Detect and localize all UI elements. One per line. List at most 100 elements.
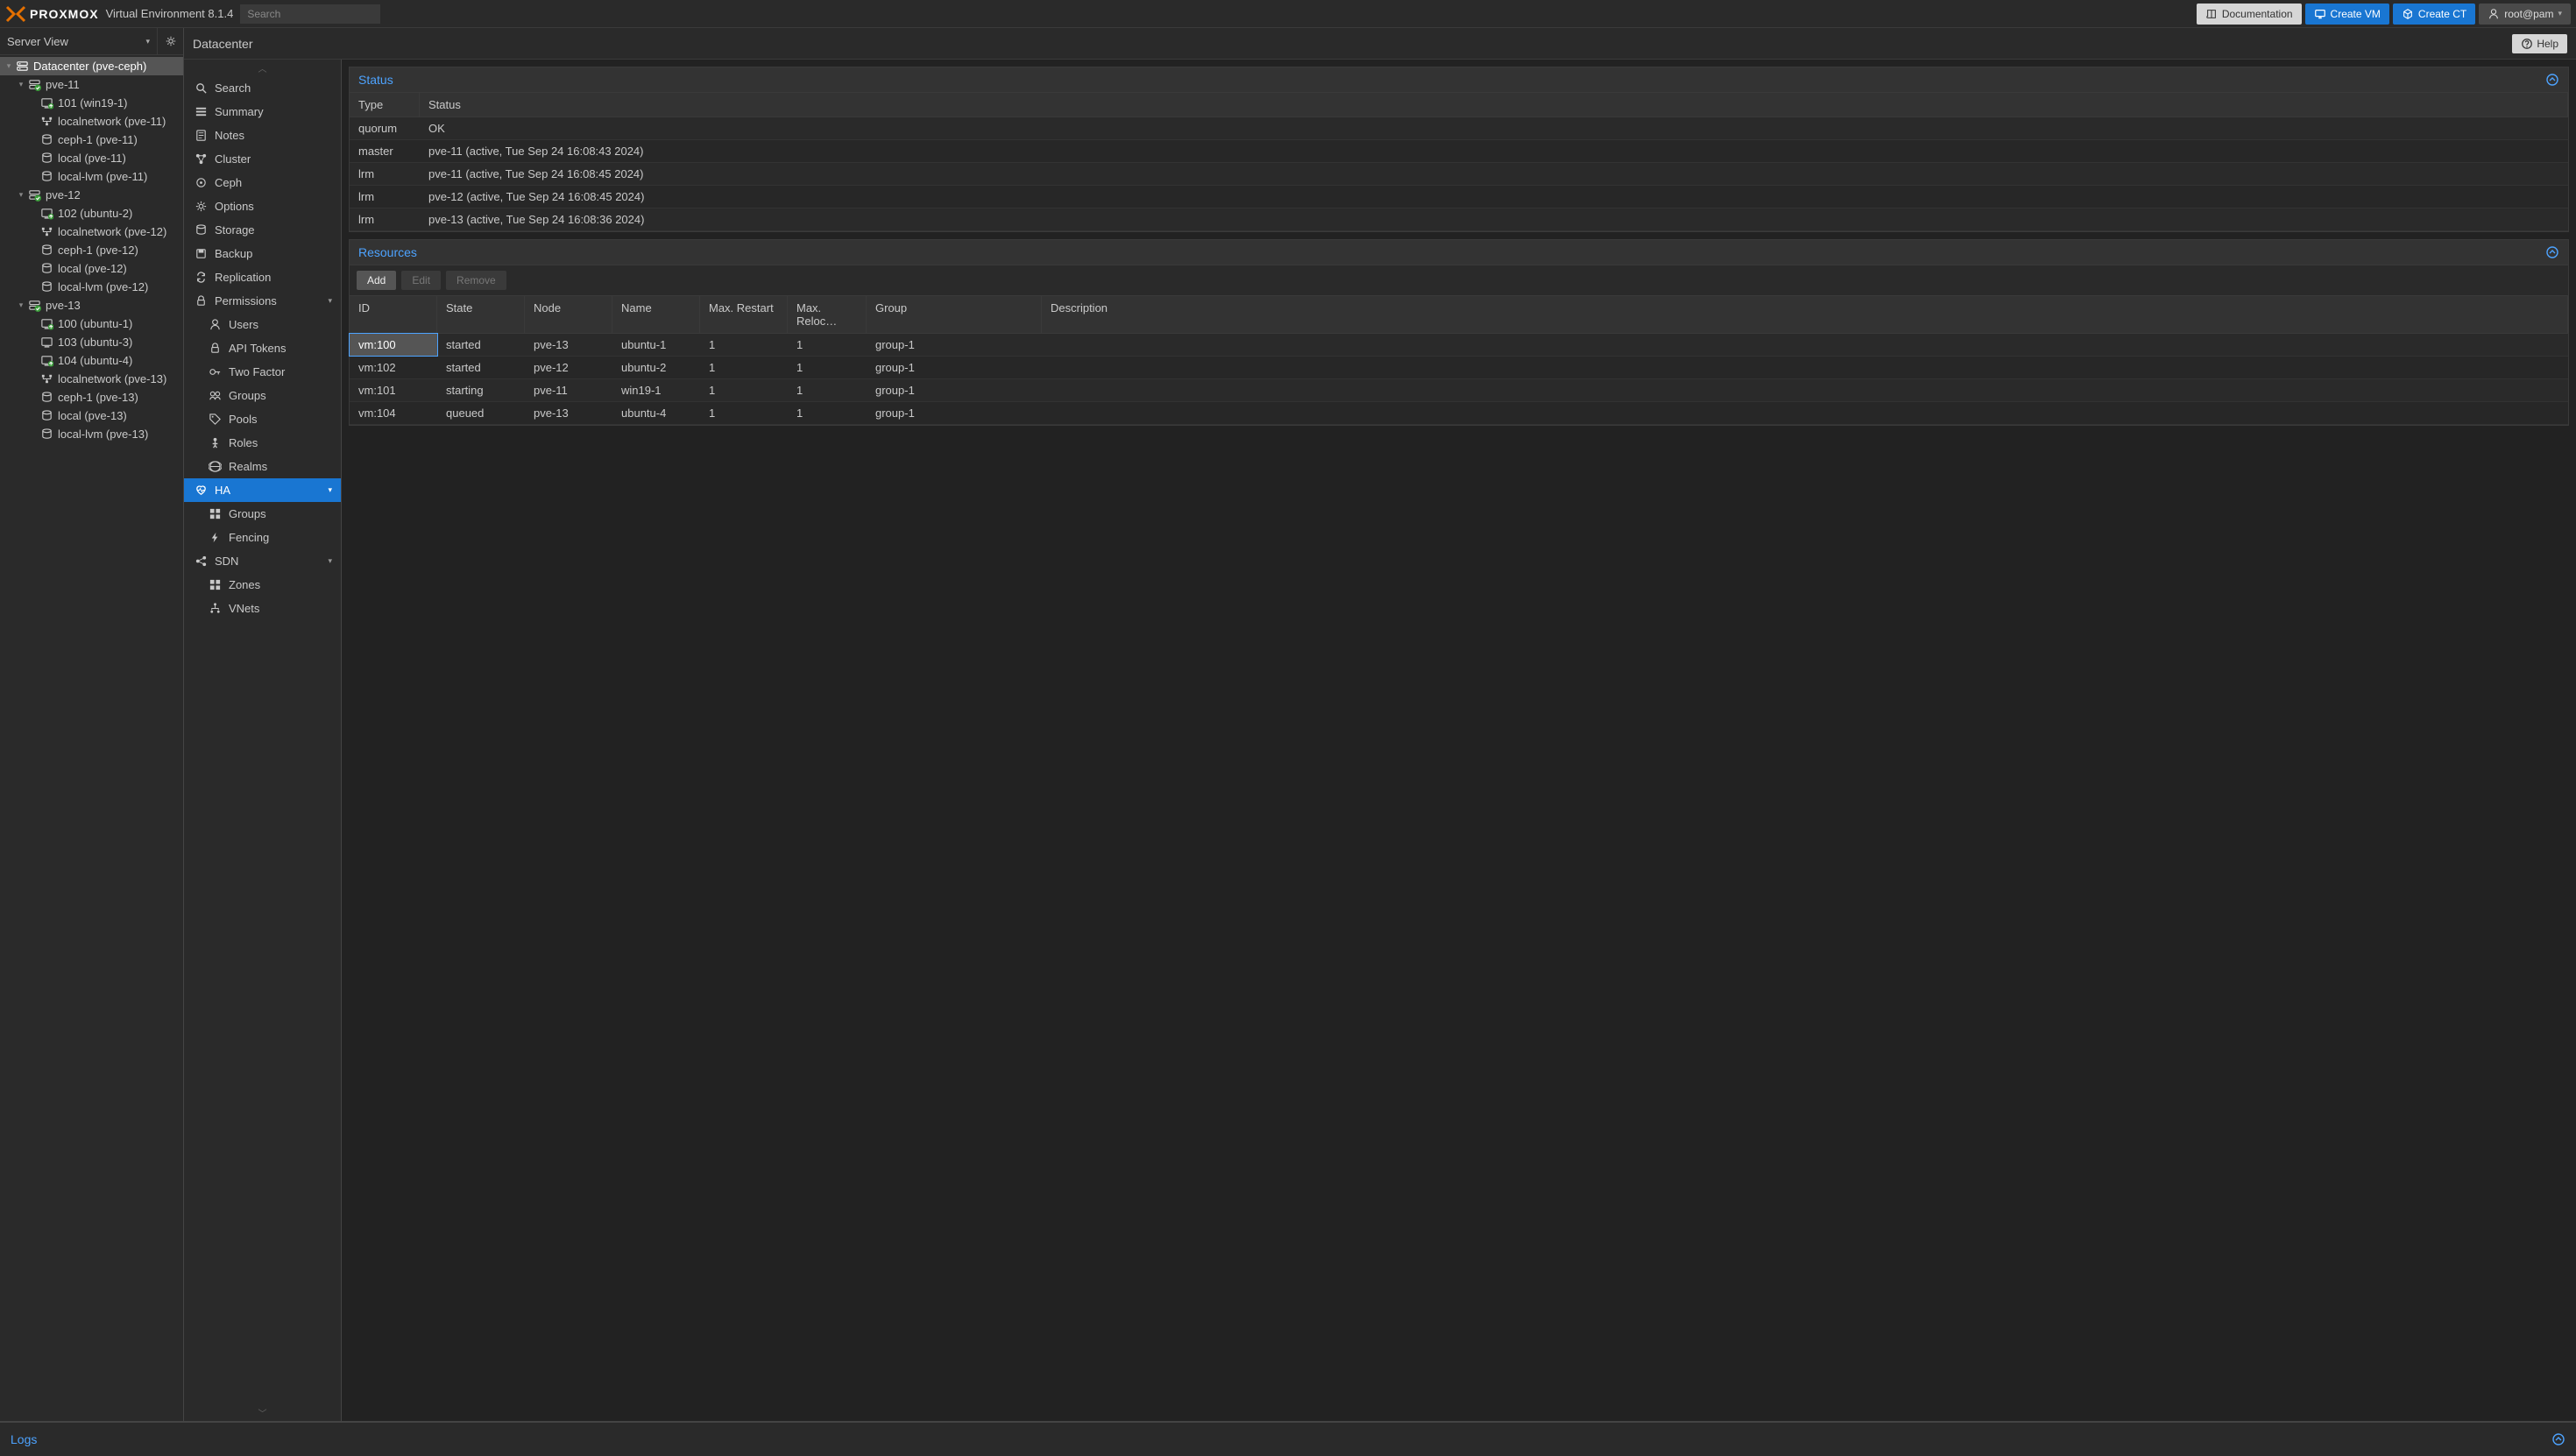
tree-label: local (pve-13) [58,409,127,422]
resource-row[interactable]: vm:102 started pve-12 ubuntu-2 1 1 group… [350,357,2568,379]
documentation-button[interactable]: Documentation [2197,4,2302,25]
tree-item[interactable]: localnetwork (pve-12) [0,223,183,241]
nav-vnets[interactable]: VNets [184,597,341,620]
nav-label: Summary [215,105,264,118]
chevron-down-icon: ▾ [328,485,332,495]
tree-node-pve-12[interactable]: ▾ pve-12 [0,186,183,204]
nav-search[interactable]: Search [184,76,341,100]
status-header-type[interactable]: Type [350,93,420,117]
nav-zones[interactable]: Zones [184,573,341,597]
tree-item[interactable]: local (pve-13) [0,406,183,425]
tree-item[interactable]: 102 (ubuntu-2) [0,204,183,223]
status-collapse-button[interactable] [2545,73,2559,87]
res-max-restart: 1 [700,334,788,356]
nav-label: Groups [229,507,266,520]
tree-item[interactable]: 100 (ubuntu-1) [0,315,183,333]
tree-datacenter[interactable]: ▾ Datacenter (pve-ceph) [0,57,183,75]
res-header-group[interactable]: Group [867,296,1042,333]
resources-collapse-button[interactable] [2545,245,2559,259]
tree-item[interactable]: local-lvm (pve-11) [0,167,183,186]
user-menu-button[interactable]: root@pam ▾ [2479,4,2571,25]
res-header-max-restart[interactable]: Max. Restart [700,296,788,333]
nav-notes[interactable]: Notes [184,124,341,147]
nav-groups[interactable]: Groups [184,384,341,407]
res-name: win19-1 [612,379,700,401]
view-selector[interactable]: Server View ▾ [0,30,157,53]
tree-item[interactable]: local-lvm (pve-12) [0,278,183,296]
create-vm-button[interactable]: Create VM [2305,4,2389,25]
status-header-status[interactable]: Status [420,93,2568,117]
tree-item[interactable]: local-lvm (pve-13) [0,425,183,443]
resource-row[interactable]: vm:101 starting pve-11 win19-1 1 1 group… [350,379,2568,402]
tree-item[interactable]: 103 (ubuntu-3) [0,333,183,351]
nav-sdn[interactable]: SDN ▾ [184,549,341,573]
nav-cluster[interactable]: Cluster [184,147,341,171]
res-header-id[interactable]: ID [350,296,437,333]
tree-item[interactable]: ceph-1 (pve-12) [0,241,183,259]
nav-ha[interactable]: HA ▾ [184,478,341,502]
edit-button[interactable]: Edit [401,271,441,290]
status-row[interactable]: lrm pve-12 (active, Tue Sep 24 16:08:45 … [350,186,2568,209]
help-button[interactable]: Help [2512,34,2567,53]
nav-pools[interactable]: Pools [184,407,341,431]
nav-two-factor[interactable]: Two Factor [184,360,341,384]
storage-icon [40,280,53,293]
tree-item[interactable]: 101 (win19-1) [0,94,183,112]
nav-users[interactable]: Users [184,313,341,336]
vm-running-icon [40,354,53,367]
nav-scroll-down[interactable]: ﹀ [184,1404,341,1421]
server-ok-icon [28,299,41,312]
status-row[interactable]: quorum OK [350,117,2568,140]
tree-label: local-lvm (pve-11) [58,170,147,183]
nav-storage[interactable]: Storage [184,218,341,242]
tree-item[interactable]: 104 (ubuntu-4) [0,351,183,370]
status-row[interactable]: lrm pve-13 (active, Tue Sep 24 16:08:36 … [350,209,2568,231]
tree-item[interactable]: localnetwork (pve-13) [0,370,183,388]
resource-row[interactable]: vm:100 started pve-13 ubuntu-1 1 1 group… [350,334,2568,357]
nav-backup[interactable]: Backup [184,242,341,265]
res-header-state[interactable]: State [437,296,525,333]
logs-panel-header[interactable]: Logs [0,1421,2576,1456]
tree-node-pve-13[interactable]: ▾ pve-13 [0,296,183,315]
status-row[interactable]: master pve-11 (active, Tue Sep 24 16:08:… [350,140,2568,163]
nav-api-tokens[interactable]: API Tokens [184,336,341,360]
add-button[interactable]: Add [357,271,396,290]
tree-item[interactable]: ceph-1 (pve-13) [0,388,183,406]
create-ct-button[interactable]: Create CT [2393,4,2475,25]
nav-label: VNets [229,602,259,615]
tree-item[interactable]: ceph-1 (pve-11) [0,131,183,149]
remove-button[interactable]: Remove [446,271,506,290]
nav-replication[interactable]: Replication [184,265,341,289]
tree-item[interactable]: local (pve-11) [0,149,183,167]
status-row[interactable]: lrm pve-11 (active, Tue Sep 24 16:08:45 … [350,163,2568,186]
nav-ceph[interactable]: Ceph [184,171,341,194]
res-header-name[interactable]: Name [612,296,700,333]
res-header-node[interactable]: Node [525,296,612,333]
nav-groups[interactable]: Groups [184,502,341,526]
nav-label: API Tokens [229,342,287,355]
tree-node-pve-11[interactable]: ▾ pve-11 [0,75,183,94]
logs-collapse-button[interactable] [2551,1432,2565,1446]
resource-row[interactable]: vm:104 queued pve-13 ubuntu-4 1 1 group-… [350,402,2568,425]
nav-roles[interactable]: Roles [184,431,341,455]
res-header-description[interactable]: Description [1042,296,2568,333]
tree-label: local-lvm (pve-13) [58,428,148,441]
breadcrumb: Datacenter [193,37,252,51]
search-input[interactable] [240,4,380,24]
storage-icon [40,170,53,183]
person-icon [209,436,222,449]
tree-label: ceph-1 (pve-13) [58,391,138,404]
tree-item[interactable]: localnetwork (pve-11) [0,112,183,131]
tree-settings-button[interactable] [157,28,183,54]
tree-item[interactable]: local (pve-12) [0,259,183,278]
res-node: pve-13 [525,334,612,356]
res-header-max-relocate[interactable]: Max. Reloc… [788,296,867,333]
nav-fencing[interactable]: Fencing [184,526,341,549]
nav-permissions[interactable]: Permissions ▾ [184,289,341,313]
nav-realms[interactable]: Realms [184,455,341,478]
nav-options[interactable]: Options [184,194,341,218]
nav-scroll-up[interactable]: ︿ [184,60,341,76]
res-desc [1042,379,2568,401]
nav-summary[interactable]: Summary [184,100,341,124]
nav-label: Backup [215,247,252,260]
